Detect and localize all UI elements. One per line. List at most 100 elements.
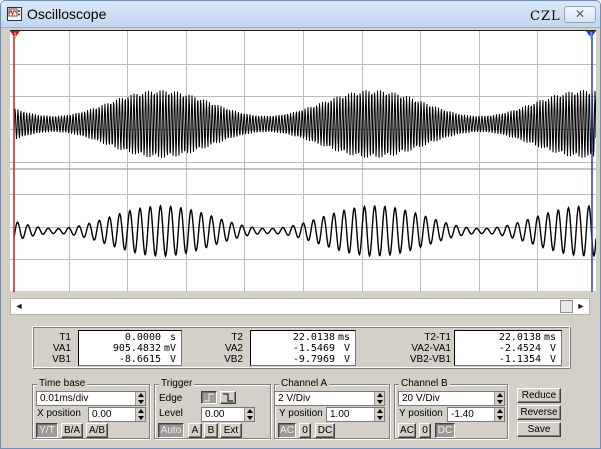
va2-unit: V — [343, 343, 350, 354]
vb1-unit: V — [169, 354, 176, 365]
channel-a-ypos-value: 1.00 — [330, 409, 350, 420]
channel-b-scale-field[interactable]: 20 V/Div — [398, 391, 505, 406]
channel-a-scale-field[interactable]: 2 V/Div — [274, 391, 385, 406]
x-position-value: 0.00 — [92, 409, 112, 420]
readout-box-delta: 22.0138 ms -2.4524 V -1.1354 V — [454, 330, 562, 366]
readout-label: T2-T1 — [424, 332, 451, 343]
edge-label: Edge — [159, 393, 183, 404]
channel-a-zero-button[interactable]: 0 — [299, 423, 311, 438]
channel-b-ac-button[interactable]: AC — [398, 423, 416, 438]
x-position-label: X position — [37, 408, 81, 419]
t2-unit: ms — [337, 332, 350, 343]
channel-b-group: Channel B 20 V/Div Y position -1.40 AC 0… — [394, 378, 508, 439]
channel-b-trace — [13, 204, 596, 258]
dt-value: 22.0138 — [498, 332, 541, 343]
x-position-field[interactable]: 0.00 — [88, 407, 146, 422]
channel-a-ypos-spin-icon[interactable] — [374, 408, 384, 421]
t1-unit: s — [169, 332, 176, 343]
dva-unit: V — [549, 343, 556, 354]
readout-box-cursor-1: 0.0000 s 905.4832 mV -8.6615 V — [78, 330, 182, 366]
va2-value: -1.5469 — [292, 343, 335, 354]
channel-a-group: Channel A 2 V/Div Y position 1.00 AC 0 D… — [274, 378, 390, 439]
rising-edge-icon — [204, 393, 214, 402]
window-title: Oscilloscope — [27, 6, 107, 22]
vb1-value: -8.6615 — [118, 354, 161, 365]
channel-a-legend: Channel A — [279, 378, 330, 390]
channel-b-zero-button[interactable]: 0 — [419, 423, 431, 438]
readout-label: VA1 — [52, 343, 71, 354]
channel-a-dc-button[interactable]: DC — [315, 423, 335, 438]
yt-mode-button[interactable]: Y/T — [36, 423, 58, 438]
readout-label: T1 — [59, 332, 71, 343]
channel-a-scale-value: 2 V/Div — [278, 393, 311, 404]
scope-display[interactable]: 1 2 — [10, 30, 596, 292]
falling-edge-button[interactable] — [220, 391, 236, 404]
scroll-right-arrow-icon[interactable]: ► — [573, 299, 589, 314]
timebase-scale-value: 0.01ms/div — [40, 393, 89, 404]
trigger-level-value: 0.00 — [205, 409, 225, 420]
vb2-unit: V — [343, 354, 350, 365]
readout-label: VA2-VA1 — [411, 343, 451, 354]
ba-mode-button[interactable]: B/A — [61, 423, 83, 438]
channel-a-trace — [13, 90, 596, 158]
channel-b-ypos-spin-icon[interactable] — [494, 408, 504, 421]
channel-a-scale-spin-icon[interactable] — [374, 392, 384, 405]
level-label: Level — [159, 408, 183, 419]
trigger-level-field[interactable]: 0.00 — [201, 407, 255, 422]
dva-value: -2.4524 — [498, 343, 541, 354]
channel-b-legend: Channel B — [399, 378, 450, 390]
timebase-legend: Time base — [37, 378, 88, 390]
channel-b-ypos-value: -1.40 — [451, 409, 474, 420]
va1-unit: mV — [163, 343, 176, 354]
va1-value: 905.4832 — [112, 343, 161, 354]
trigger-a-button[interactable]: A — [188, 423, 202, 438]
rising-edge-button[interactable] — [201, 391, 217, 404]
trigger-auto-button[interactable]: Auto — [158, 423, 184, 438]
oscilloscope-window: Oscilloscope CZL ✕ 1 2 ◄ ► T1 VA1 VB1 0.… — [0, 0, 601, 449]
readout-box-cursor-2: 22.0138 ms -1.5469 V -9.7969 V — [250, 330, 356, 366]
channel-a-ypos-field[interactable]: 1.00 — [326, 407, 385, 422]
reduce-button[interactable]: Reduce — [517, 388, 561, 403]
cursor-readout-panel: T1 VA1 VB1 0.0000 s 905.4832 mV -8.6615 V T… — [32, 326, 570, 368]
channel-a-ac-button[interactable]: AC — [278, 423, 296, 438]
trigger-ext-button[interactable]: Ext — [220, 423, 242, 438]
window-tag: CZL — [530, 9, 561, 24]
readout-label: VB2-VB1 — [409, 354, 451, 365]
timebase-scale-field[interactable]: 0.01ms/div — [36, 391, 146, 406]
trigger-legend: Trigger — [159, 378, 195, 390]
reverse-button[interactable]: Reverse — [517, 405, 561, 420]
time-scrollbar[interactable]: ◄ ► — [10, 298, 590, 315]
timebase-spin-icon[interactable] — [135, 392, 145, 405]
trigger-level-spin-icon[interactable] — [244, 408, 254, 421]
channel-b-scale-spin-icon[interactable] — [494, 392, 504, 405]
oscilloscope-app-icon — [7, 7, 22, 21]
dt-unit: ms — [543, 332, 556, 343]
scope-grid — [10, 31, 596, 292]
scroll-left-arrow-icon[interactable]: ◄ — [11, 299, 27, 314]
scope-screen[interactable]: 1 2 — [10, 31, 596, 292]
dvb-value: -1.1354 — [498, 354, 541, 365]
readout-label: VA2 — [224, 343, 243, 354]
channel-b-ypos-label: Y position — [399, 408, 443, 419]
x-position-spin-icon[interactable] — [135, 408, 145, 421]
readout-label: T2 — [231, 332, 243, 343]
close-button[interactable]: ✕ — [564, 6, 596, 23]
channel-b-dc-button[interactable]: DC — [435, 423, 455, 438]
t1-value: 0.0000 — [124, 332, 161, 343]
t2-value: 22.0138 — [292, 332, 335, 343]
trigger-b-button[interactable]: B — [204, 423, 218, 438]
save-button[interactable]: Save — [517, 422, 561, 437]
channel-b-scale-value: 20 V/Div — [402, 393, 440, 404]
timebase-group: Time base 0.01ms/div X position 0.00 Y/T… — [32, 378, 150, 439]
falling-edge-icon — [223, 393, 233, 402]
channel-b-ypos-field[interactable]: -1.40 — [447, 407, 505, 422]
readout-label: VB1 — [52, 354, 71, 365]
readout-label: VB2 — [224, 354, 243, 365]
scroll-thumb[interactable] — [560, 300, 573, 313]
dvb-unit: V — [549, 354, 556, 365]
channel-a-ypos-label: Y position — [279, 408, 323, 419]
vb2-value: -9.7969 — [292, 354, 335, 365]
ab-mode-button[interactable]: A/B — [86, 423, 108, 438]
trigger-group: Trigger Edge Level 0.00 Auto A B Ext — [154, 378, 271, 439]
title-bar[interactable]: Oscilloscope CZL ✕ — [1, 1, 600, 28]
